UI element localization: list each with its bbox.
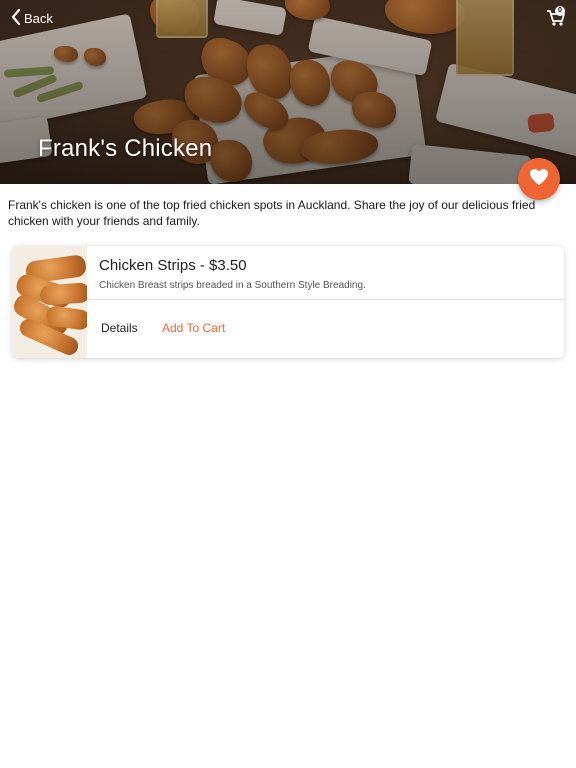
details-button[interactable]: Details — [101, 321, 138, 335]
cart-button[interactable]: 0 — [545, 6, 567, 28]
back-label: Back — [24, 10, 53, 26]
divider — [87, 299, 564, 300]
chevron-left-icon — [10, 8, 24, 28]
favorite-button[interactable] — [518, 158, 560, 200]
restaurant-title: Frank's Chicken — [38, 135, 213, 162]
chicken-strip-image — [39, 282, 87, 306]
chicken-strips-image — [12, 246, 87, 358]
top-bar: Back 0 — [0, 0, 576, 36]
menu-item-description: Chicken Breast strips breaded in a South… — [99, 280, 366, 291]
restaurant-description: Frank's chicken is one of the top fried … — [8, 198, 536, 228]
cart-count-badge: 0 — [555, 6, 565, 16]
menu-item-title: Chicken Strips - $3.50 — [99, 257, 247, 274]
menu-item-card[interactable]: Chicken Strips - $3.50 Chicken Breast st… — [12, 246, 564, 358]
cart-icon — [545, 10, 567, 32]
add-to-cart-button[interactable]: Add To Cart — [162, 321, 225, 335]
back-button[interactable]: Back — [10, 8, 53, 28]
heart-icon — [529, 168, 549, 191]
hero-image: Back 0 Frank's Chicken — [0, 0, 576, 184]
